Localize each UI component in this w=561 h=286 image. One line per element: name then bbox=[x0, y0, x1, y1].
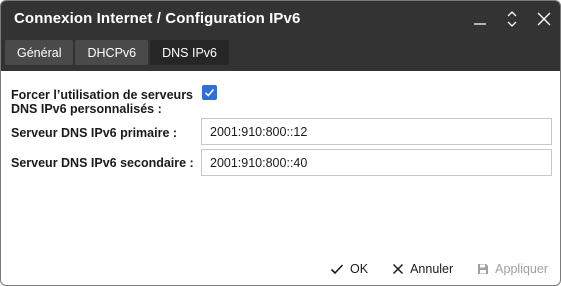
cancel-button[interactable]: Annuler bbox=[380, 257, 465, 281]
titlebar: Connexion Internet / Configuration IPv6 bbox=[1, 1, 560, 71]
tab-dns-ipv6[interactable]: DNS IPv6 bbox=[150, 40, 229, 65]
apply-label: Appliquer bbox=[495, 262, 548, 276]
secondary-dns-input[interactable] bbox=[201, 149, 552, 176]
expand-collapse-button[interactable] bbox=[496, 1, 528, 37]
force-dns-label-line2: DNS IPv6 personnalisés : bbox=[11, 102, 162, 116]
window-title: Connexion Internet / Configuration IPv6 bbox=[14, 10, 301, 27]
expand-collapse-icon bbox=[507, 11, 517, 27]
minimize-icon bbox=[474, 23, 486, 25]
cancel-label: Annuler bbox=[410, 262, 454, 276]
dialog-footer: OK Annuler Appliquer bbox=[318, 257, 560, 281]
x-icon bbox=[393, 263, 404, 275]
tab-general[interactable]: Général bbox=[5, 40, 74, 65]
close-icon bbox=[537, 12, 551, 26]
check-icon bbox=[204, 88, 215, 97]
check-icon bbox=[330, 264, 344, 275]
ok-button[interactable]: OK bbox=[318, 257, 380, 281]
tab-bar: Général DHCPv6 DNS IPv6 bbox=[5, 40, 229, 65]
dialog-window: Connexion Internet / Configuration IPv6 bbox=[0, 0, 561, 286]
window-controls bbox=[464, 1, 560, 37]
primary-dns-label: Serveur DNS IPv6 primaire : bbox=[11, 126, 178, 140]
force-dns-label-line1: Forcer l’utilisation de serveurs bbox=[11, 88, 194, 102]
primary-dns-input[interactable] bbox=[201, 118, 552, 145]
close-button[interactable] bbox=[528, 1, 560, 37]
force-dns-checkbox[interactable] bbox=[202, 85, 217, 100]
apply-button[interactable]: Appliquer bbox=[465, 257, 560, 281]
floppy-disk-icon bbox=[478, 264, 489, 274]
minimize-button[interactable] bbox=[464, 1, 496, 37]
secondary-dns-label: Serveur DNS IPv6 secondaire : bbox=[11, 156, 194, 170]
ok-label: OK bbox=[350, 262, 369, 276]
tab-dhcpv6[interactable]: DHCPv6 bbox=[75, 40, 149, 65]
